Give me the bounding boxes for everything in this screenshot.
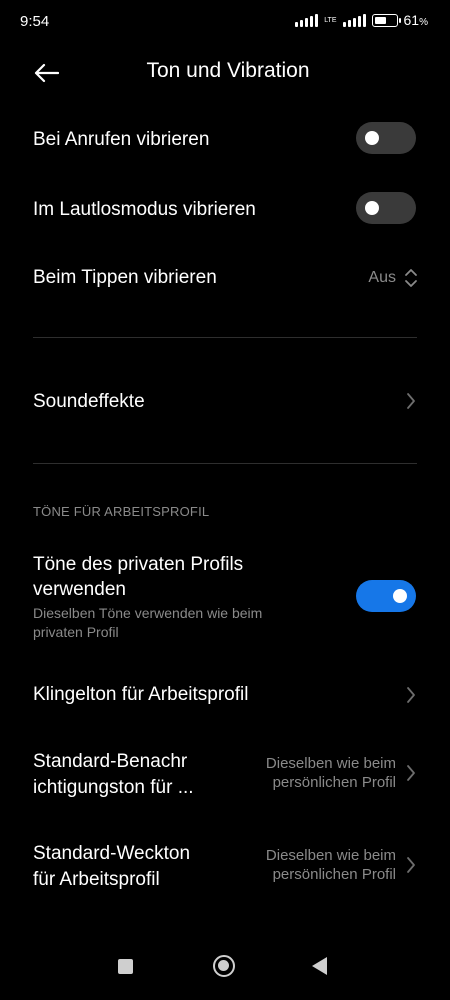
use-private-tones-sub-line2: privaten Profil: [33, 624, 119, 640]
navigation-bar: [0, 944, 450, 1000]
divider: [33, 337, 417, 338]
use-private-tones-row[interactable]: Töne des privaten Profils verwenden Dies…: [0, 548, 450, 648]
vibrate-tap-value: Aus: [368, 269, 396, 286]
vibrate-tap-label: Beim Tippen vibrieren: [33, 267, 217, 288]
use-private-tones-sub-line1: Dieselben Töne verwenden wie beim: [33, 605, 263, 621]
use-private-tones-label-line2: verwenden: [33, 579, 126, 600]
vibrate-silent-row[interactable]: Im Lautlosmodus vibrieren: [0, 188, 450, 232]
notification-tone-value-line2: persönlichen Profil: [272, 774, 396, 791]
notification-tone-label-line2: ichtigungston für ...: [33, 777, 194, 798]
battery-fill: [374, 16, 387, 24]
chevron-right-icon: [407, 765, 415, 781]
status-time: 9:54: [20, 13, 50, 30]
nav-back-button[interactable]: [312, 957, 327, 975]
use-private-tones-toggle[interactable]: [356, 580, 416, 612]
work-ringtone-row[interactable]: Klingelton für Arbeitsprofil: [0, 672, 450, 718]
up-down-chevron-icon: [405, 269, 417, 287]
work-ringtone-label: Klingelton für Arbeitsprofil: [33, 684, 249, 705]
chevron-right-icon: [407, 687, 415, 703]
alarm-tone-value-line1: Dieselben wie beim: [265, 847, 396, 864]
toggle-knob: [393, 589, 407, 603]
vibrate-calls-label: Bei Anrufen vibrieren: [33, 129, 210, 150]
header: Ton und Vibration: [0, 44, 450, 104]
chevron-right-icon: [407, 857, 415, 873]
lte-label: LTE: [324, 16, 337, 24]
work-alarm-tone-row[interactable]: Standard-Weckton für Arbeitsprofil Diese…: [0, 838, 450, 896]
divider: [33, 463, 417, 464]
signal-icon: [295, 13, 319, 27]
chevron-right-icon: [407, 393, 415, 409]
home-button[interactable]: [213, 955, 235, 977]
vibrate-silent-label: Im Lautlosmodus vibrieren: [33, 199, 256, 220]
sound-effects-row[interactable]: Soundeffekte: [0, 378, 450, 424]
status-icons: LTE 61%: [295, 12, 428, 28]
vibrate-silent-toggle[interactable]: [356, 192, 416, 224]
status-bar: 9:54 LTE 61%: [0, 0, 450, 44]
use-private-tones-label-line1: Töne des privaten Profils: [33, 554, 244, 575]
alarm-tone-label-line1: Standard-Weckton: [33, 843, 191, 864]
notification-tone-label-line1: Standard-Benachr: [33, 751, 188, 772]
lte-indicator: LTE: [324, 17, 336, 24]
toggle-knob: [365, 131, 379, 145]
alarm-tone-label-line2: für Arbeitsprofil: [33, 869, 160, 890]
sound-effects-label: Soundeffekte: [33, 391, 145, 412]
vibrate-calls-toggle[interactable]: [356, 122, 416, 154]
toggle-knob: [365, 201, 379, 215]
vibrate-tap-row[interactable]: Beim Tippen vibrieren Aus: [0, 256, 450, 300]
page-title: Ton und Vibration: [146, 59, 310, 82]
vibrate-calls-row[interactable]: Bei Anrufen vibrieren: [0, 118, 450, 162]
work-notification-tone-row[interactable]: Standard-Benachr ichtigungston für ... D…: [0, 746, 450, 804]
notification-tone-value-line1: Dieselben wie beim: [265, 755, 396, 772]
signal-icon-secondary: [342, 13, 366, 27]
recents-button[interactable]: [118, 959, 133, 974]
battery-percent: 61%: [403, 12, 428, 28]
battery-icon: [371, 13, 401, 27]
section-header-work-profile: TÖNE FÜR ARBEITSPROFIL: [33, 504, 210, 519]
alarm-tone-value-line2: persönlichen Profil: [272, 866, 396, 883]
